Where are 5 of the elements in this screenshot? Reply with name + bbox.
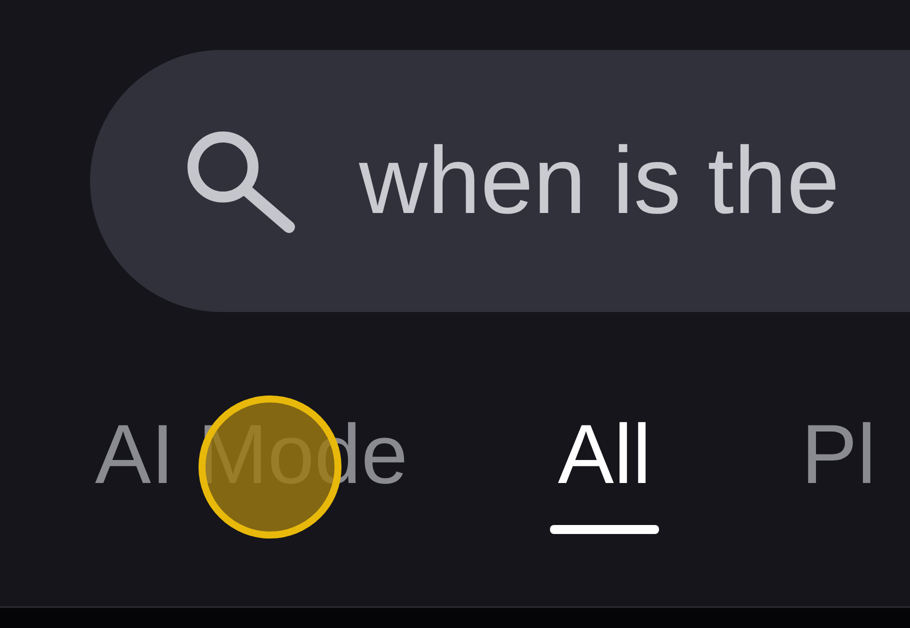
tab[interactable]: Pl bbox=[793, 412, 884, 534]
search-icon bbox=[185, 129, 297, 233]
search-bar[interactable]: when is the bbox=[90, 50, 910, 312]
search-query[interactable]: when is the bbox=[359, 134, 840, 228]
tab[interactable]: All bbox=[550, 412, 660, 534]
